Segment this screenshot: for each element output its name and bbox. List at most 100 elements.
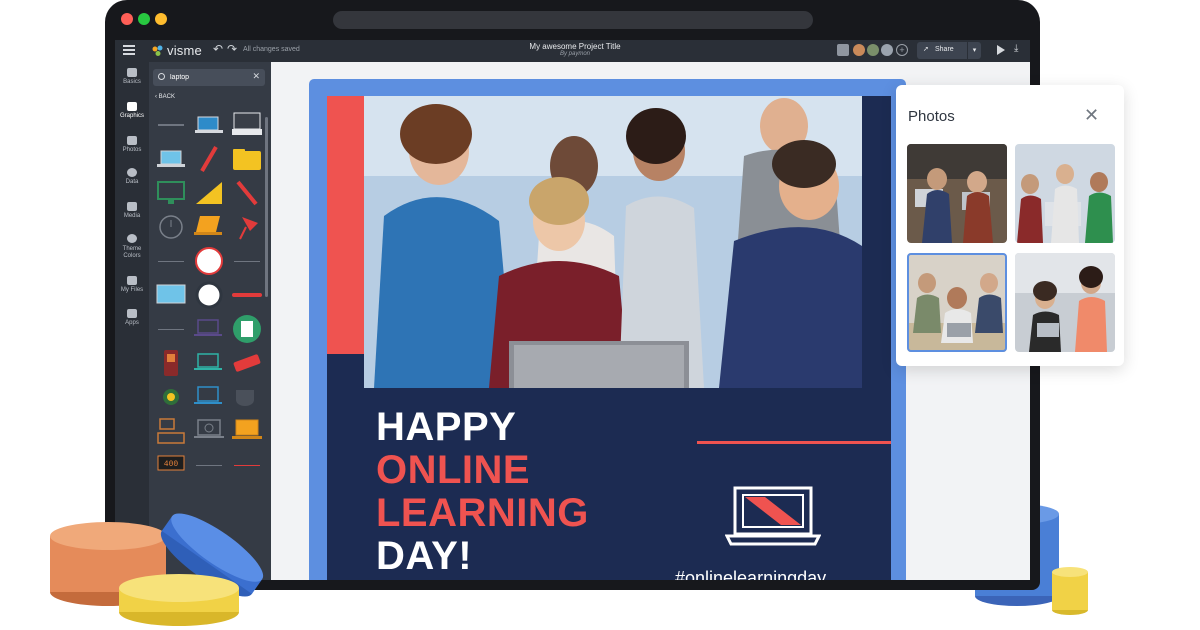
graphic-item[interactable] [193, 246, 225, 276]
graphic-item[interactable] [193, 416, 225, 446]
graphic-item[interactable] [193, 212, 225, 242]
hamburger-menu-icon[interactable] [123, 45, 135, 55]
laptop-outline-graphic [194, 386, 222, 404]
photo-thumbnail[interactable] [907, 144, 1007, 243]
graphic-item[interactable] [193, 314, 225, 344]
media-icon [127, 202, 137, 211]
share-icon: ➚ [923, 46, 929, 53]
headline-text[interactable]: HAPPY ONLINE LEARNING DAY! [376, 406, 589, 578]
photos-panel-title: Photos [908, 108, 955, 125]
graphic-item[interactable] [231, 450, 263, 480]
sidebar-item-label: Theme Colors [122, 246, 142, 259]
search-input[interactable] [170, 71, 250, 84]
sidebar-item-my-files[interactable]: My Files [115, 276, 149, 293]
photo-thumbnail[interactable] [1015, 144, 1115, 243]
cup-graphic [236, 390, 254, 406]
laptop-graphic [195, 116, 223, 133]
redo-icon[interactable]: ↷ [227, 42, 237, 56]
graphic-item[interactable] [193, 450, 225, 480]
graphics-panel: ✕ ‹ BACK [149, 62, 271, 580]
clear-search-icon[interactable]: ✕ [252, 71, 260, 82]
avatar[interactable] [853, 44, 865, 56]
sidebar-item-label: Apps [125, 320, 139, 326]
sidebar-item-theme-colors[interactable]: Theme Colors [115, 234, 149, 260]
graphic-item[interactable] [231, 212, 263, 242]
undo-icon[interactable]: ↶ [213, 42, 223, 56]
hashtag-text[interactable]: #onlinelearningday [675, 568, 826, 580]
photo-thumbnail[interactable] [1015, 253, 1115, 352]
sidebar-item-photos[interactable]: Photos [115, 136, 149, 153]
graphic-item[interactable] [155, 416, 187, 446]
minimize-window-dot[interactable] [138, 13, 150, 25]
photo-thumbnail-selected[interactable] [907, 253, 1007, 352]
graphic-item[interactable] [231, 110, 263, 140]
graphic-item[interactable] [193, 382, 225, 412]
svg-text:400: 400 [164, 460, 179, 469]
graphic-item[interactable] [155, 144, 187, 174]
graphic-item[interactable] [155, 382, 187, 412]
theme-colors-icon [127, 234, 137, 243]
graphic-item[interactable] [193, 110, 225, 140]
sidebar-item-label: Basics [123, 79, 141, 85]
laptop-icon[interactable] [725, 486, 821, 550]
panel-scrollbar[interactable] [265, 117, 268, 297]
app-logo-text: visme [167, 43, 202, 58]
left-nav-rail: Basics Graphics Photos Data Media Theme … [115, 62, 149, 580]
screen-graphic [156, 284, 186, 304]
graphic-item[interactable]: 400 [155, 450, 187, 480]
close-icon[interactable]: ✕ [1084, 105, 1099, 126]
graphic-item[interactable] [193, 280, 225, 310]
avatar[interactable] [867, 44, 879, 56]
graphic-item[interactable] [155, 212, 187, 242]
graphic-item[interactable] [231, 382, 263, 412]
graphic-item[interactable] [155, 314, 187, 344]
graphic-item[interactable] [193, 178, 225, 208]
graphic-item[interactable] [155, 348, 187, 378]
graphic-item[interactable] [231, 144, 263, 174]
graphic-item[interactable] [155, 280, 187, 310]
back-link[interactable]: ‹ BACK [155, 94, 175, 100]
clock-graphic [159, 215, 183, 239]
visme-logo-icon [152, 45, 163, 56]
project-title[interactable]: My awesome Project Title [495, 42, 655, 51]
hero-photo[interactable] [364, 96, 862, 388]
present-play-icon[interactable] [997, 45, 1005, 55]
close-window-dot[interactable] [121, 13, 133, 25]
graphic-item[interactable] [193, 348, 225, 378]
graphic-item[interactable] [231, 178, 263, 208]
yellow-small-cylinder-deco [1052, 567, 1088, 615]
graphic-item[interactable] [231, 280, 263, 310]
sidebar-item-data[interactable]: Data [115, 168, 149, 185]
laptop-outline-graphic [194, 319, 222, 336]
download-icon[interactable]: ⤓ [1014, 43, 1018, 54]
headline-line-2: ONLINE [376, 448, 531, 492]
graphic-item[interactable] [193, 144, 225, 174]
add-collaborator-icon[interactable]: + [896, 44, 908, 56]
stage: visme ↶ ↷ All changes saved My awesome P… [0, 0, 1200, 630]
sidebar-item-apps[interactable]: Apps [115, 309, 149, 326]
graphic-item[interactable] [155, 110, 187, 140]
share-label: Share [935, 46, 954, 53]
graphic-item[interactable] [231, 246, 263, 276]
search-box[interactable]: ✕ [153, 69, 265, 86]
sidebar-item-label: Data [125, 179, 139, 185]
share-dropdown-chevron-icon[interactable]: ▾ [967, 42, 981, 59]
badge-graphic [163, 389, 179, 405]
divider-line-graphic [158, 260, 184, 262]
design-card[interactable]: HAPPY ONLINE LEARNING DAY! #onlinelearni… [327, 96, 891, 580]
pen-graphic [200, 145, 218, 173]
comment-icon[interactable] [837, 44, 849, 56]
pencil-graphic [236, 180, 258, 206]
divider-line-graphic [234, 260, 260, 262]
graphic-item[interactable] [231, 416, 263, 446]
address-bar[interactable] [333, 11, 813, 29]
sidebar-item-graphics[interactable]: Graphics [115, 102, 149, 119]
sidebar-item-basics[interactable]: Basics [115, 68, 149, 85]
graphic-item[interactable] [231, 314, 263, 344]
graphic-item[interactable] [155, 178, 187, 208]
avatar[interactable] [881, 44, 893, 56]
graphic-item[interactable] [231, 348, 263, 378]
sidebar-item-media[interactable]: Media [115, 202, 149, 219]
zoom-window-dot[interactable] [155, 13, 167, 25]
graphic-item[interactable] [155, 246, 187, 276]
